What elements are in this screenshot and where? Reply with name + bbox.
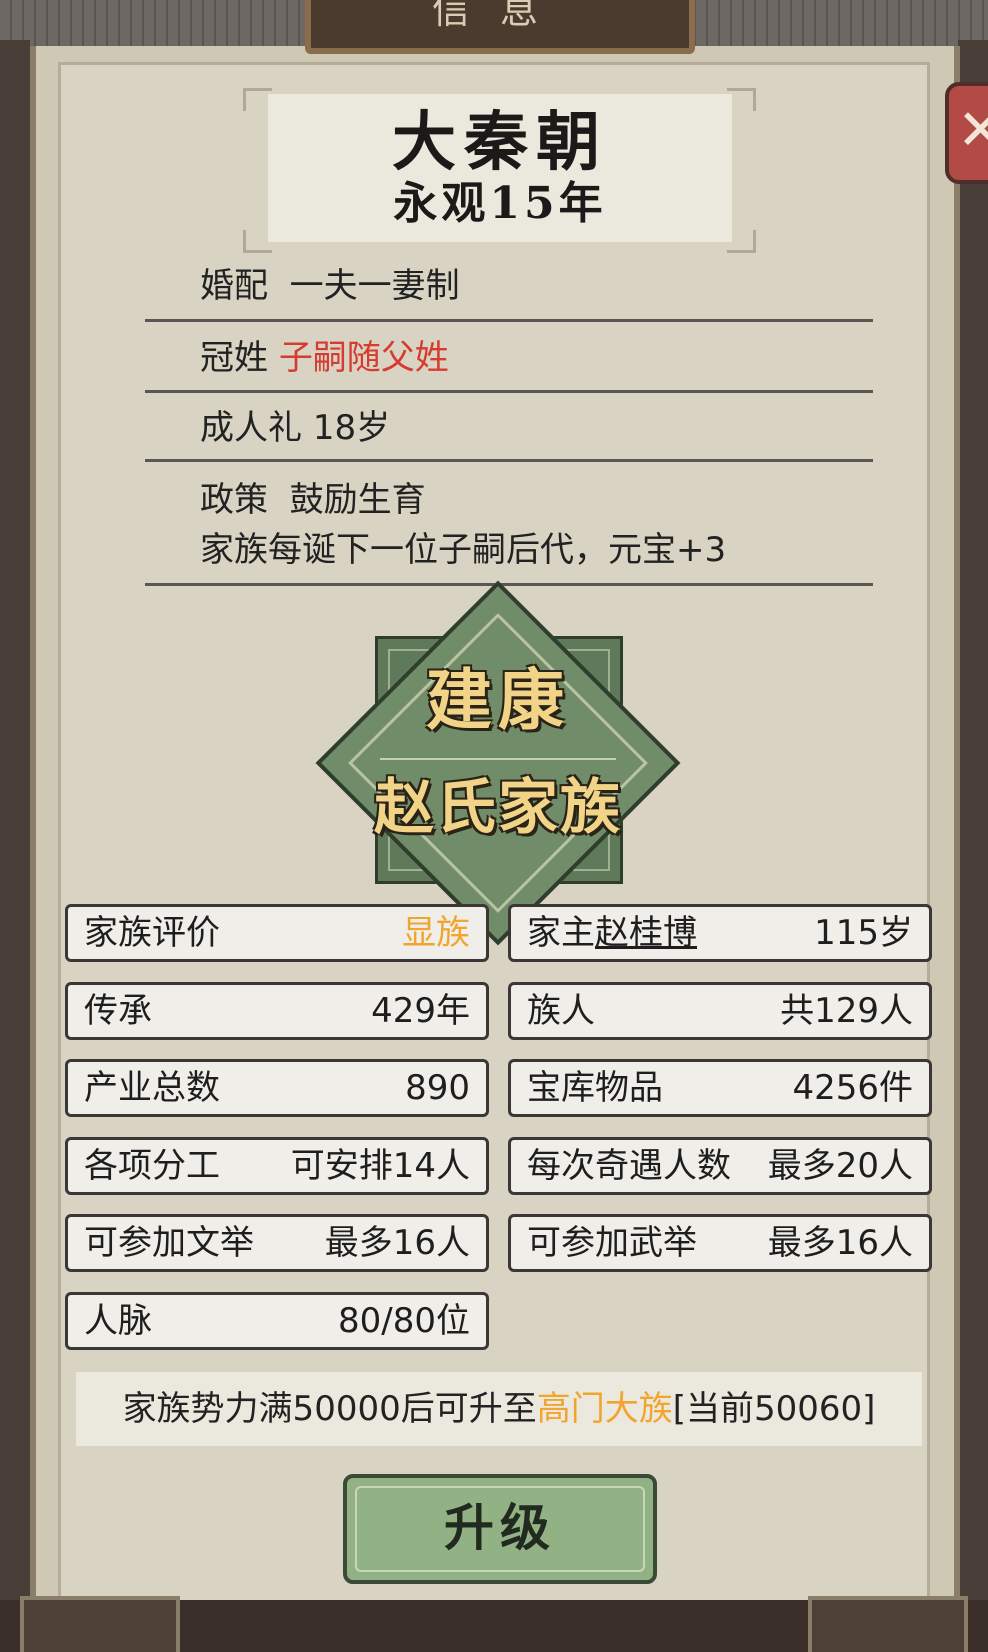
coming-of-age-row: 成人礼 18岁: [200, 406, 390, 450]
frame-right: [958, 40, 988, 1652]
surname-label: 冠姓: [200, 338, 268, 378]
dynasty-name: 大秦朝: [392, 105, 608, 180]
stat-value: 80/80位: [338, 1301, 470, 1341]
policy-label: 政策: [200, 480, 268, 520]
stat-label: 可参加武举: [527, 1223, 697, 1263]
stat-family-head: 家主赵桂博 115岁: [508, 904, 932, 962]
marriage-value: 一夫一妻制: [289, 266, 460, 306]
stat-label: 可参加文举: [84, 1223, 254, 1263]
stat-encounter: 每次奇遇人数 最多20人: [508, 1137, 932, 1195]
emblem-city: 建康: [426, 661, 570, 739]
stat-network: 人脉 80/80位: [65, 1292, 489, 1350]
stat-members: 族人 共129人: [508, 982, 932, 1040]
stat-label: 传承: [84, 991, 152, 1031]
stat-value: 可安排14人: [290, 1146, 470, 1186]
stat-label: 家主赵桂博: [527, 907, 697, 959]
divider: [145, 458, 873, 462]
head-label: 家主: [527, 913, 595, 953]
upgrade-button[interactable]: 升级: [343, 1474, 657, 1584]
era-year: 永观15年: [393, 178, 607, 229]
stat-label: 族人: [527, 991, 595, 1031]
policy-description: 家族每诞下一位子嗣后代，元宝+3: [200, 530, 727, 570]
upgrade-current: [当前50060]: [672, 1389, 876, 1429]
stat-industry: 产业总数 890: [65, 1059, 489, 1117]
floor-ornament: [808, 1596, 968, 1652]
stat-military-exam: 可参加武举 最多16人: [508, 1214, 932, 1272]
divider: [145, 582, 873, 586]
stat-value: 最多20人: [767, 1146, 913, 1186]
stat-civil-exam: 可参加文举 最多16人: [65, 1214, 489, 1272]
stat-treasury: 宝库物品 4256件: [508, 1059, 932, 1117]
policy-value: 鼓励生育: [289, 480, 426, 520]
family-head-link[interactable]: 赵桂博: [595, 913, 697, 953]
upgrade-requirement: 家族势力满50000后可升至高门大族[当前50060]: [76, 1372, 922, 1446]
stat-value: 4256件: [792, 1068, 913, 1108]
upgrade-text: 家族势力满50000后可升至: [122, 1389, 537, 1429]
upgrade-target: 高门大族: [536, 1389, 673, 1429]
frame-left: [0, 40, 30, 1652]
divider: [145, 389, 873, 393]
surname-value: 子嗣随父姓: [278, 338, 449, 378]
stat-value: 115岁: [814, 913, 913, 953]
stat-label: 人脉: [84, 1301, 152, 1341]
emblem-family-name: 赵氏家族: [374, 773, 622, 843]
panel-title: 信息: [305, 0, 695, 54]
dynasty-card: 大秦朝 永观15年: [268, 94, 732, 242]
stat-label: 宝库物品: [527, 1068, 663, 1108]
coming-of-age-value: 18岁: [312, 408, 391, 448]
marriage-row: 婚配 一夫一妻制: [200, 264, 460, 308]
stat-label: 家族评价: [84, 913, 220, 953]
stat-label: 每次奇遇人数: [527, 1146, 731, 1186]
stat-value: 429年: [371, 991, 470, 1031]
policy-row: 政策 鼓励生育: [200, 478, 426, 522]
floor-ornament: [20, 1596, 180, 1652]
coming-of-age-label: 成人礼: [200, 408, 302, 448]
stat-value: 890: [405, 1068, 470, 1108]
stat-value: 显族: [402, 913, 470, 953]
stat-family-rating: 家族评价 显族: [65, 904, 489, 962]
emblem-divider: [380, 758, 616, 760]
stat-value: 最多16人: [324, 1223, 470, 1263]
divider: [145, 318, 873, 322]
stat-value: 最多16人: [767, 1223, 913, 1263]
stat-heritage: 传承 429年: [65, 982, 489, 1040]
close-icon[interactable]: ✕: [945, 82, 988, 184]
marriage-label: 婚配: [200, 266, 268, 306]
stat-label: 各项分工: [84, 1146, 220, 1186]
stat-value: 共129人: [780, 991, 913, 1031]
surname-row: 冠姓 子嗣随父姓: [200, 336, 449, 380]
stat-label: 产业总数: [84, 1068, 220, 1108]
stat-work-assignment: 各项分工 可安排14人: [65, 1137, 489, 1195]
